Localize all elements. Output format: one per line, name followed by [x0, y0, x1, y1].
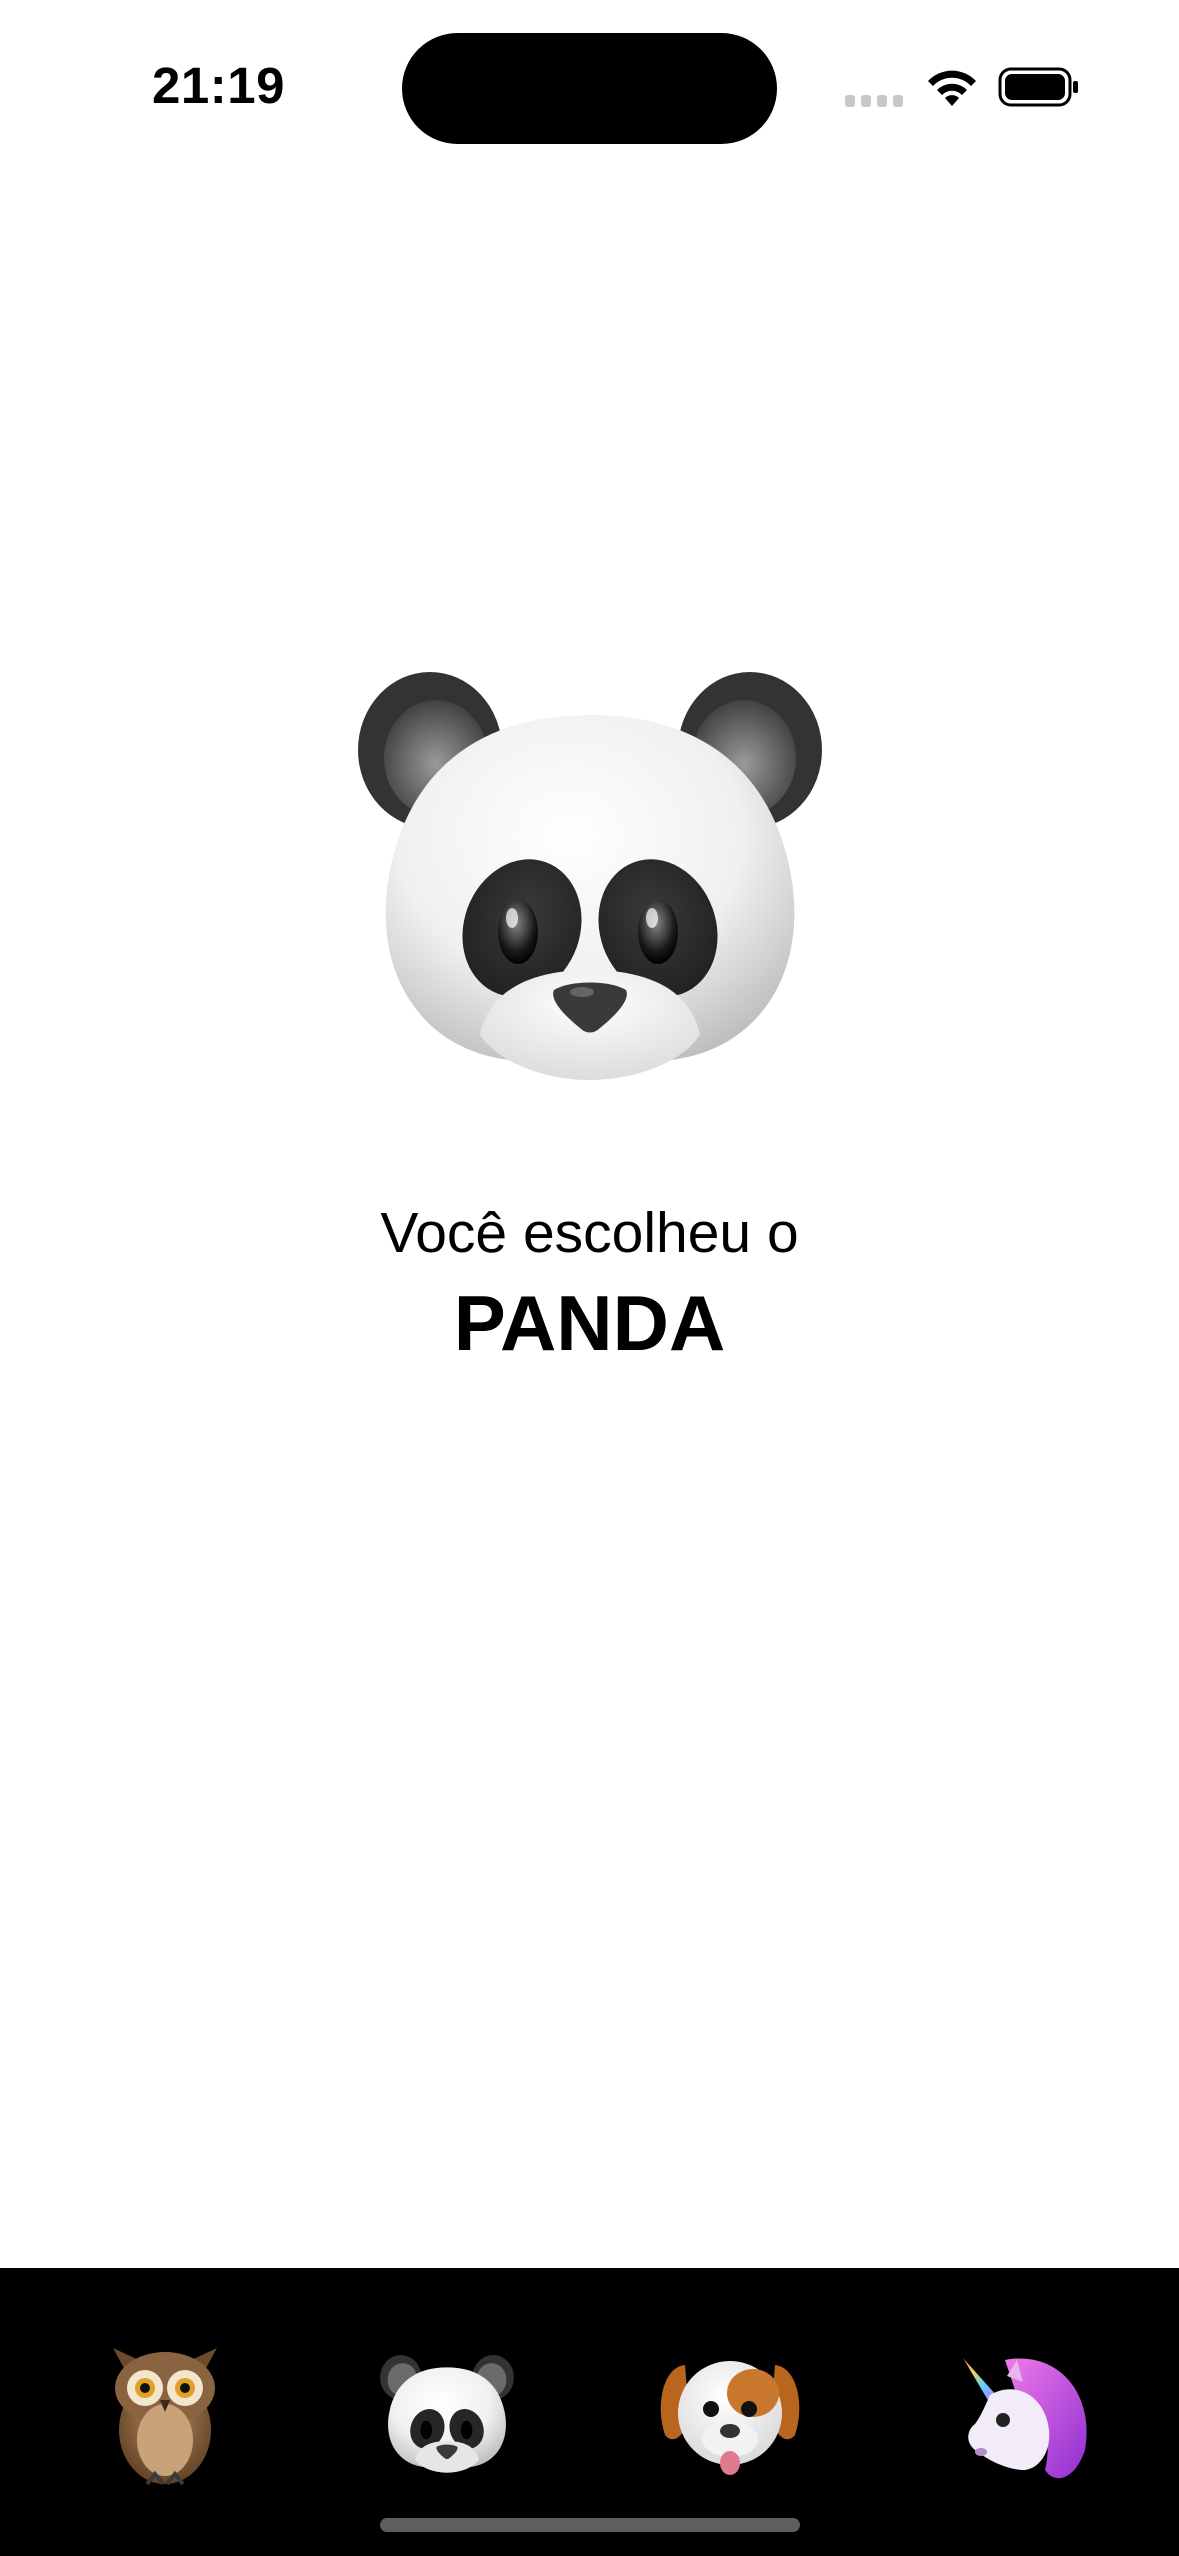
unicorn-icon	[963, 2358, 1087, 2479]
tab-dog[interactable]	[645, 2330, 815, 2500]
panda-face-icon	[358, 672, 822, 1080]
status-bar: 21:19	[0, 0, 1179, 170]
cellular-signal-icon	[845, 95, 903, 107]
tab-bar	[0, 2268, 1179, 2556]
home-indicator[interactable]	[380, 2518, 800, 2532]
screen: 21:19 Você escolheu o PANDA	[0, 0, 1179, 2556]
tab-unicorn[interactable]	[935, 2330, 1105, 2500]
battery-icon	[998, 67, 1078, 107]
panda-face-icon	[380, 2355, 514, 2473]
tab-panda[interactable]	[362, 2330, 532, 2500]
wifi-icon	[928, 70, 976, 106]
selected-animal-name: PANDA	[453, 1279, 726, 1367]
tab-owl[interactable]	[80, 2330, 250, 2500]
owl-icon	[113, 2348, 217, 2486]
status-time: 21:19	[152, 57, 285, 114]
selection-caption: Você escolheu o	[380, 1201, 799, 1265]
dog-face-icon	[660, 2361, 800, 2475]
dynamic-island	[402, 33, 777, 144]
